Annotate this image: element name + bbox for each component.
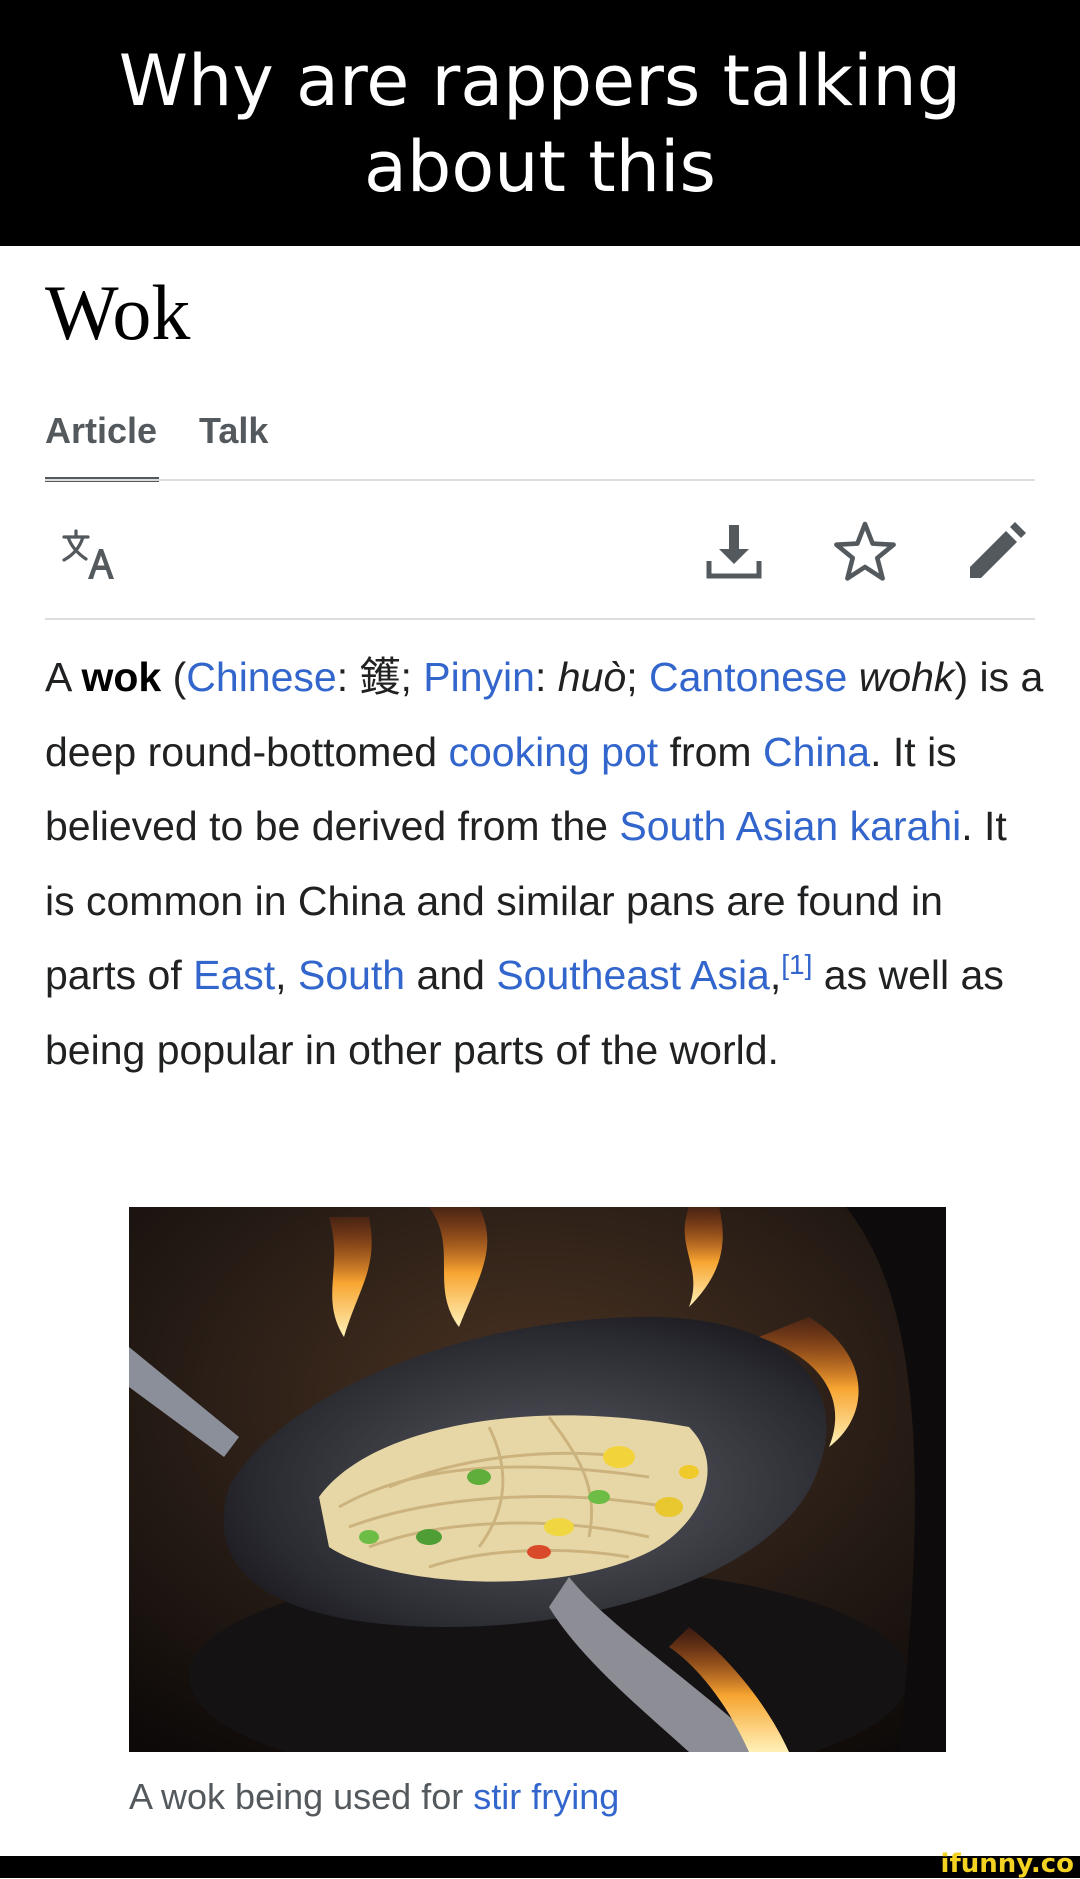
tab-article[interactable]: Article — [45, 400, 159, 482]
link-southeast-asia[interactable]: Southeast Asia — [496, 952, 770, 998]
link-pinyin[interactable]: Pinyin — [423, 654, 535, 700]
link-cantonese[interactable]: Cantonese — [649, 654, 847, 700]
wok-photo[interactable] — [129, 1207, 946, 1752]
translate-icon[interactable] — [58, 525, 118, 585]
link-south[interactable]: South — [298, 952, 405, 998]
text: and — [405, 952, 497, 998]
bold-term: wok — [81, 654, 162, 700]
link-stir-frying[interactable]: stir frying — [473, 1776, 619, 1817]
text: from — [658, 728, 763, 775]
link-china[interactable]: China — [763, 729, 870, 775]
text: : 鑊; — [336, 654, 424, 700]
text: , — [275, 952, 298, 998]
caption-text: A wok being used for — [129, 1776, 474, 1817]
text: ( — [161, 654, 187, 700]
text: ; — [626, 654, 649, 700]
watermark-bar — [0, 1856, 1080, 1878]
pinyin-reading: huò — [557, 654, 627, 700]
link-chinese[interactable]: Chinese — [186, 654, 336, 700]
download-icon[interactable] — [703, 521, 765, 583]
text: : — [534, 654, 558, 700]
citation-link[interactable]: [1] — [781, 949, 812, 980]
pencil-icon[interactable] — [964, 520, 1028, 584]
tabs-divider — [45, 479, 1035, 481]
link-east[interactable]: East — [193, 952, 275, 998]
article-lead-paragraph: A wok (Chinese: 鑊; Pinyin: huò; Cantones… — [45, 640, 1045, 1087]
star-icon[interactable] — [832, 519, 898, 585]
text: , — [769, 952, 782, 998]
ifunny-watermark: ifunny.co — [940, 1849, 1074, 1879]
cantonese-reading: wohk — [858, 654, 955, 700]
page-title: Wok — [45, 269, 191, 356]
tab-talk[interactable]: Talk — [199, 400, 289, 482]
meme-caption-text: Why are rappers talking about this — [118, 40, 962, 208]
link-cooking-pot[interactable]: cooking pot — [448, 729, 658, 775]
link-south-asian-karahi[interactable]: South Asian karahi — [619, 803, 961, 849]
photo-caption: A wok being used for stir frying — [129, 1772, 619, 1822]
text: A — [45, 654, 82, 700]
text — [847, 654, 858, 700]
toolbar-divider — [45, 618, 1035, 620]
citation-ref: [1] — [781, 949, 812, 980]
meme-caption-bar: Why are rappers talking about this — [0, 0, 1080, 246]
page-tabs: Article Talk — [45, 400, 289, 482]
